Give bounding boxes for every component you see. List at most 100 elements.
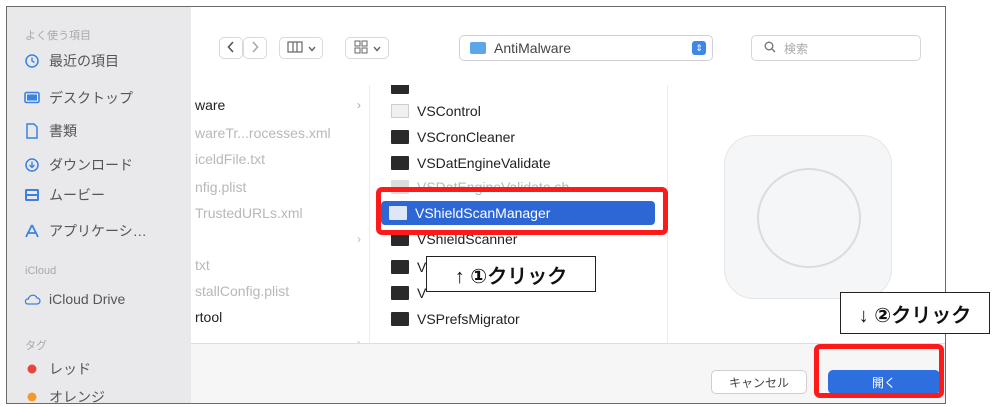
script-file-icon xyxy=(391,180,409,194)
toolbar: AntiMalware ⇕ 検索 xyxy=(191,7,945,85)
cloud-icon xyxy=(23,290,41,308)
column2-item[interactable]: VSCronCleaner xyxy=(369,125,667,149)
open-button[interactable]: 開く xyxy=(828,370,940,394)
column2-item-label: VSControl xyxy=(417,103,481,119)
sidebar-item-applications[interactable]: アプリケーシ… xyxy=(23,219,147,243)
column2-item-label: VShieldScanner xyxy=(417,231,518,247)
sidebar-icloud-header: iCloud xyxy=(25,265,57,277)
column2-item-label: VSDatEngineValidate xyxy=(417,155,551,171)
column1-item-label: nfig.plist xyxy=(195,179,247,195)
column2-item-label: V xyxy=(417,285,427,301)
forward-button[interactable] xyxy=(243,37,267,59)
browser-column-2: VSControl VSCronCleaner VSDatEngineValid… xyxy=(369,85,668,343)
search-placeholder: 検索 xyxy=(784,41,809,56)
group-mode-button[interactable] xyxy=(345,37,389,59)
back-button[interactable] xyxy=(219,37,243,59)
view-mode-button[interactable] xyxy=(279,37,323,59)
location-popup[interactable]: AntiMalware ⇕ xyxy=(459,35,713,61)
folder-icon xyxy=(470,42,486,54)
applications-icon xyxy=(23,222,41,240)
column1-item[interactable]: iceldFile.txt xyxy=(191,147,369,171)
column2-item-selected[interactable]: VShieldScanManager xyxy=(381,201,655,225)
grid-icon xyxy=(354,40,368,57)
column1-item[interactable]: stallConfig.plist xyxy=(191,279,369,303)
orange-tag-dot-icon xyxy=(23,388,41,403)
executable-file-icon xyxy=(391,286,409,300)
sidebar-item-label: 最近の項目 xyxy=(49,53,119,69)
sidebar-item-label: 書類 xyxy=(49,123,77,139)
app-preview-icon xyxy=(724,135,892,299)
columns-view-icon xyxy=(286,40,303,56)
sidebar-item-downloads[interactable]: ダウンロード xyxy=(23,153,133,177)
sidebar: よく使う項目 最近の項目 デスクトップ 書類 ダウンロード ムービー アプリケー… xyxy=(7,7,191,403)
column1-item[interactable]: rtool xyxy=(191,305,369,329)
column2-item-label: VShieldScanManager xyxy=(415,205,551,221)
sidebar-favorites-header: よく使う項目 xyxy=(25,30,91,42)
column2-item-label: V xyxy=(417,259,427,275)
sidebar-item-label: アプリケーシ… xyxy=(49,223,147,239)
sidebar-tag-orange[interactable]: オレンジ xyxy=(23,385,105,404)
column1-item[interactable]: wareTr...rocesses.xml xyxy=(191,121,369,145)
executable-file-icon xyxy=(391,156,409,170)
callout-step-2: ↓ ②クリック xyxy=(840,292,990,334)
executable-file-icon xyxy=(391,232,409,246)
desktop-icon xyxy=(23,89,41,107)
search-icon xyxy=(764,41,776,56)
chevron-down-icon xyxy=(307,41,316,55)
column2-item[interactable]: VSDatEngineValidate.sh xyxy=(369,175,667,199)
column2-item-partial[interactable] xyxy=(369,85,667,99)
column1-item-label: wareTr...rocesses.xml xyxy=(195,125,331,141)
browser-column-1: ware › wareTr...rocesses.xml iceldFile.t… xyxy=(191,85,370,343)
column1-item[interactable]: TrustedURLs.xml xyxy=(191,201,369,225)
column1-item[interactable]: › xyxy=(191,227,369,251)
column2-item[interactable]: VSControl xyxy=(369,99,667,123)
sidebar-item-movies[interactable]: ムービー xyxy=(23,183,105,207)
download-icon xyxy=(23,156,41,174)
app-file-icon xyxy=(389,206,407,220)
up-down-stepper-icon: ⇕ xyxy=(692,41,706,55)
clock-icon xyxy=(23,52,41,70)
sidebar-tags-header: タグ xyxy=(25,340,47,352)
sidebar-item-label: iCloud Drive xyxy=(49,291,126,307)
sidebar-item-label: オレンジ xyxy=(49,389,105,404)
chevron-right-icon xyxy=(251,40,259,56)
column1-item-label: rtool xyxy=(195,309,223,325)
sidebar-item-label: ムービー xyxy=(49,187,105,203)
chevron-down-icon xyxy=(372,41,381,55)
column2-item-label: VSCronCleaner xyxy=(417,129,516,145)
column2-item-label: VSDatEngineValidate.sh xyxy=(417,179,570,195)
executable-file-icon xyxy=(391,85,409,94)
column1-item-label: stallConfig.plist xyxy=(195,283,290,299)
column1-item-label: TrustedURLs.xml xyxy=(195,205,303,221)
column2-item[interactable]: VSPrefsMigrator xyxy=(369,307,667,331)
column1-item[interactable]: ware › xyxy=(191,93,369,117)
document-icon xyxy=(23,122,41,140)
movie-icon xyxy=(23,186,41,204)
chevron-right-icon: › xyxy=(357,232,361,246)
sidebar-item-label: ダウンロード xyxy=(49,157,133,173)
sidebar-tag-red[interactable]: レッド xyxy=(23,357,91,381)
sidebar-item-recents[interactable]: 最近の項目 xyxy=(23,49,119,73)
column2-item[interactable]: VShieldScanner xyxy=(369,227,667,251)
search-field[interactable]: 検索 xyxy=(751,35,921,61)
sidebar-item-label: デスクトップ xyxy=(49,90,133,106)
column1-item-label: txt xyxy=(195,257,210,273)
column1-item[interactable]: txt xyxy=(191,253,369,277)
sidebar-item-documents[interactable]: 書類 xyxy=(23,119,77,143)
column1-item[interactable]: nfig.plist xyxy=(191,175,369,199)
executable-file-icon xyxy=(391,312,409,326)
cancel-button[interactable]: キャンセル xyxy=(711,370,807,394)
column1-item[interactable]: › xyxy=(191,331,369,343)
sidebar-item-icloud-drive[interactable]: iCloud Drive xyxy=(23,287,125,311)
chevron-right-icon: › xyxy=(357,336,361,343)
chevron-left-icon xyxy=(227,40,235,56)
executable-file-icon xyxy=(391,260,409,274)
sidebar-item-desktop[interactable]: デスクトップ xyxy=(23,86,133,110)
column1-item-label: ware xyxy=(195,97,226,113)
location-label: AntiMalware xyxy=(494,40,572,56)
red-tag-dot-icon xyxy=(23,360,41,378)
column2-item[interactable]: VSDatEngineValidate xyxy=(369,151,667,175)
callout-step-1: ↑ ①クリック xyxy=(426,256,596,292)
column2-item-label: VSPrefsMigrator xyxy=(417,311,520,327)
column1-item-label: iceldFile.txt xyxy=(195,151,266,167)
